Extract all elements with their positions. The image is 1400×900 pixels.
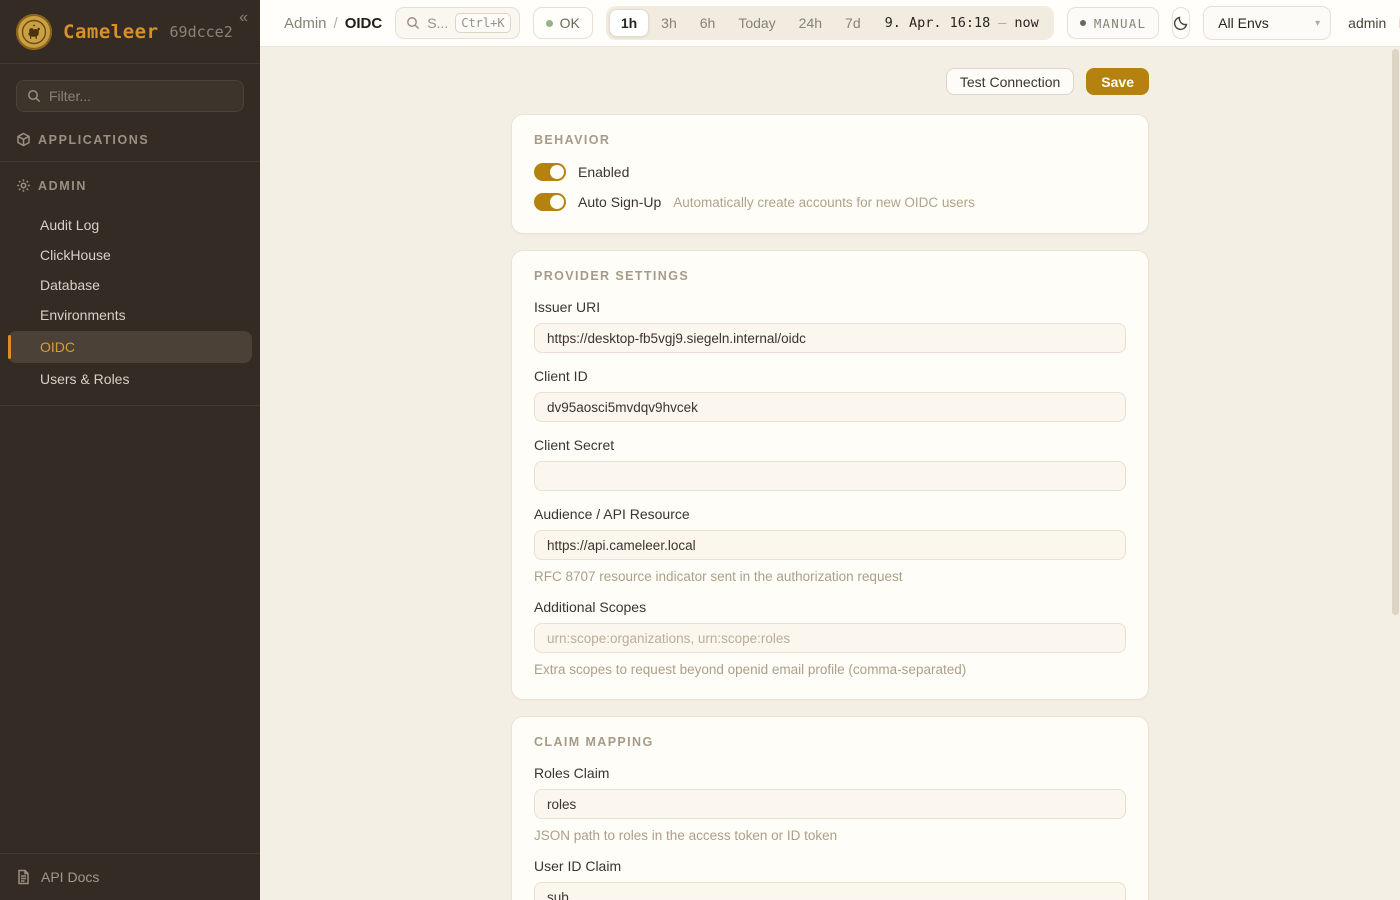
user-id-claim-input[interactable] xyxy=(534,882,1126,900)
auto-signup-toggle-row: Auto Sign-Up Automatically create accoun… xyxy=(534,193,1126,211)
time-range-control: 1h 3h 6h Today 24h 7d 9. Apr. 16:18 – no… xyxy=(606,6,1054,40)
breadcrumb-current: OIDC xyxy=(345,15,383,32)
field-label-audience: Audience / API Resource xyxy=(534,506,1126,522)
roles-claim-hint: JSON path to roles in the access token o… xyxy=(534,828,1126,843)
field-label-client-secret: Client Secret xyxy=(534,437,1126,453)
claim-card-title: CLAIM MAPPING xyxy=(534,735,1126,749)
breadcrumb: Admin / OIDC xyxy=(284,15,382,32)
cube-icon xyxy=(16,132,31,147)
sidebar-item-clickhouse[interactable]: ClickHouse xyxy=(8,241,252,269)
time-range-1h[interactable]: 1h xyxy=(609,9,649,37)
theme-toggle-button[interactable] xyxy=(1172,7,1190,39)
sidebar-item-users-roles[interactable]: Users & Roles xyxy=(8,365,252,393)
sidebar-collapse-icon[interactable]: « xyxy=(239,10,248,26)
breadcrumb-parent[interactable]: Admin xyxy=(284,15,327,32)
search-icon xyxy=(27,89,41,103)
sidebar-item-audit-log[interactable]: Audit Log xyxy=(8,211,252,239)
client-id-input[interactable] xyxy=(534,392,1126,422)
topbar: Admin / OIDC S... Ctrl+K OK 1h 3h 6h Tod… xyxy=(260,0,1400,47)
date-range-start: 9. Apr. 16:18 xyxy=(885,15,991,31)
cameleer-logo-icon xyxy=(16,14,52,50)
sidebar: Cameleer 69dcce2 « Filter... APPLICATION… xyxy=(0,0,260,900)
filter-placeholder: Filter... xyxy=(49,88,91,104)
document-icon xyxy=(16,869,31,885)
sidebar-filter-input[interactable]: Filter... xyxy=(16,80,244,112)
scrollbar-thumb[interactable] xyxy=(1392,49,1399,615)
audience-input[interactable] xyxy=(534,530,1126,560)
additional-scopes-hint: Extra scopes to request beyond openid em… xyxy=(534,662,1126,677)
refresh-mode-button[interactable]: MANUAL xyxy=(1067,7,1159,39)
main-content: Test Connection Save BEHAVIOR Enabled Au… xyxy=(260,47,1400,900)
global-search[interactable]: S... Ctrl+K xyxy=(395,7,519,39)
app-version: 69dcce2 xyxy=(170,23,233,41)
admin-nav-list: Audit Log ClickHouse Database Environmen… xyxy=(0,205,260,406)
field-label-additional-scopes: Additional Scopes xyxy=(534,599,1126,615)
manual-dot-icon xyxy=(1080,20,1086,26)
app-title: Cameleer xyxy=(63,21,159,43)
time-range-7d[interactable]: 7d xyxy=(834,9,872,37)
breadcrumb-separator: / xyxy=(334,15,338,32)
date-range-display[interactable]: 9. Apr. 16:18 – now xyxy=(873,15,1051,31)
provider-card-title: PROVIDER SETTINGS xyxy=(534,269,1126,283)
sidebar-item-oidc[interactable]: OIDC xyxy=(8,331,252,363)
enabled-toggle[interactable] xyxy=(534,163,566,181)
environment-value: All Envs xyxy=(1218,15,1269,31)
date-range-end: now xyxy=(1014,15,1038,31)
roles-claim-input[interactable] xyxy=(534,789,1126,819)
section-label: APPLICATIONS xyxy=(38,133,149,147)
status-dot-icon xyxy=(546,20,553,27)
status-badge[interactable]: OK xyxy=(533,7,593,39)
search-icon xyxy=(406,16,420,30)
sidebar-spacer xyxy=(0,406,260,853)
behavior-card-title: BEHAVIOR xyxy=(534,133,1126,147)
test-connection-button[interactable]: Test Connection xyxy=(946,68,1074,95)
sidebar-item-environments[interactable]: Environments xyxy=(8,301,252,329)
enabled-toggle-row: Enabled xyxy=(534,163,1126,181)
toggle-label: Enabled xyxy=(578,164,629,180)
claim-mapping-card: CLAIM MAPPING Roles Claim JSON path to r… xyxy=(511,716,1149,900)
time-range-3h[interactable]: 3h xyxy=(650,9,688,37)
section-label: ADMIN xyxy=(38,179,87,193)
environment-select[interactable]: All Envs ▾ xyxy=(1203,6,1331,40)
additional-scopes-input[interactable] xyxy=(534,623,1126,653)
time-range-24h[interactable]: 24h xyxy=(788,9,833,37)
behavior-card: BEHAVIOR Enabled Auto Sign-Up Automatica… xyxy=(511,114,1149,234)
sidebar-footer: API Docs xyxy=(0,853,260,900)
toggle-hint: Automatically create accounts for new OI… xyxy=(673,195,975,210)
save-button[interactable]: Save xyxy=(1086,68,1149,95)
moon-icon xyxy=(1173,15,1189,31)
date-range-separator: – xyxy=(998,15,1006,31)
refresh-mode-label: MANUAL xyxy=(1094,16,1146,31)
sidebar-section-applications[interactable]: APPLICATIONS xyxy=(0,118,260,159)
sidebar-header: Cameleer 69dcce2 « xyxy=(0,0,260,64)
status-label: OK xyxy=(560,15,580,31)
search-shortcut-kbd: Ctrl+K xyxy=(455,13,510,33)
field-label-client-id: Client ID xyxy=(534,368,1126,384)
gear-icon xyxy=(16,178,31,193)
audience-hint: RFC 8707 resource indicator sent in the … xyxy=(534,569,1126,584)
field-label-roles-claim: Roles Claim xyxy=(534,765,1126,781)
issuer-uri-input[interactable] xyxy=(534,323,1126,353)
field-label-user-id-claim: User ID Claim xyxy=(534,858,1126,874)
search-placeholder: S... xyxy=(427,15,448,31)
toggle-label: Auto Sign-Up xyxy=(578,194,661,210)
sidebar-item-database[interactable]: Database xyxy=(8,271,252,299)
provider-settings-card: PROVIDER SETTINGS Issuer URI Client ID C… xyxy=(511,250,1149,700)
sidebar-section-admin[interactable]: ADMIN xyxy=(0,164,260,205)
chevron-down-icon: ▾ xyxy=(1315,18,1320,29)
client-secret-input[interactable] xyxy=(534,461,1126,491)
time-range-today[interactable]: Today xyxy=(727,9,786,37)
api-docs-link[interactable]: API Docs xyxy=(41,869,99,885)
field-label-issuer-uri: Issuer URI xyxy=(534,299,1126,315)
sidebar-divider xyxy=(0,161,260,162)
time-range-6h[interactable]: 6h xyxy=(689,9,727,37)
page-actions: Test Connection Save xyxy=(511,68,1149,95)
username-label: admin xyxy=(1348,15,1386,31)
auto-signup-toggle[interactable] xyxy=(534,193,566,211)
